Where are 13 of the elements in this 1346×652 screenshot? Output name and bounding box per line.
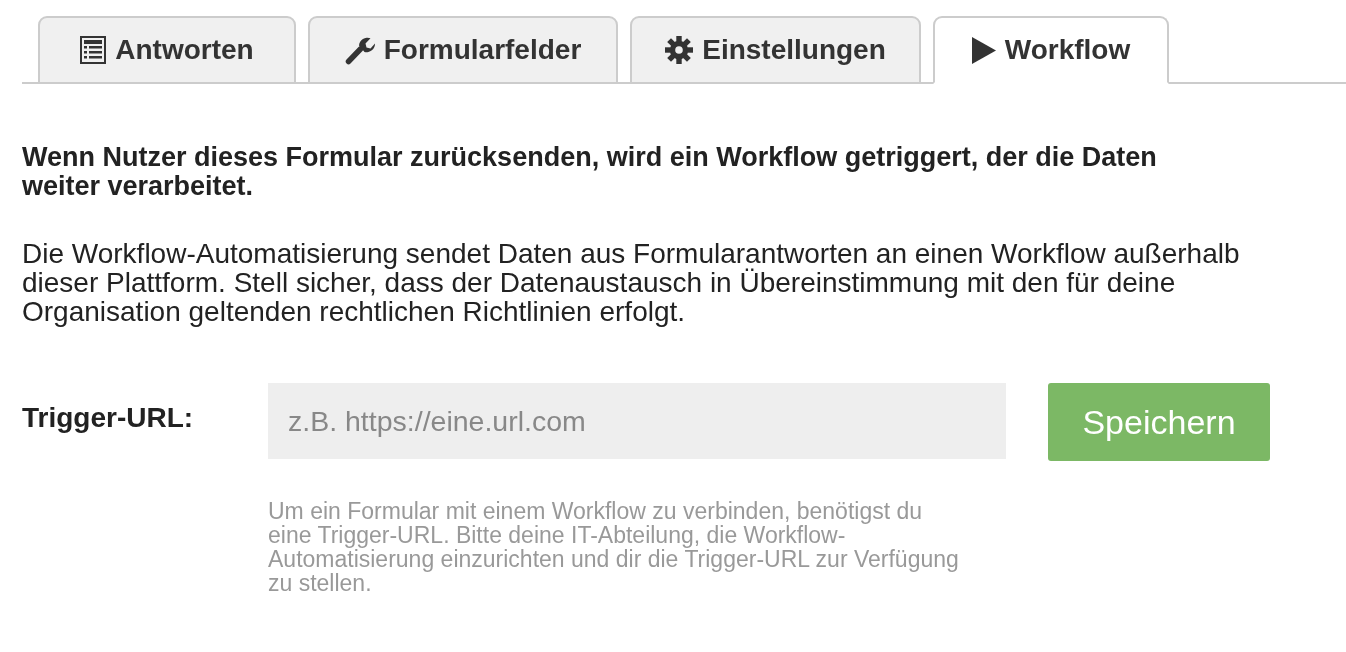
list-icon (80, 36, 107, 64)
tab[interactable]: Formularfelder (308, 16, 618, 84)
description-text: Die Workflow-Automatisierung sendet Daten aus Formularantworten an einen Workflow außerhalb dieser Plattform. Stell sicher, dass der Datenaustausch in Übereinstimmung mit den für deine Organisation geltenden rechtlichen Richtlinien erfolgt. (22, 239, 1241, 326)
gear-icon (665, 36, 694, 64)
trigger-url-field[interactable]: z.B. https://eine.url.com (268, 383, 1006, 459)
tab[interactable]: Workflow (933, 16, 1169, 84)
tab[interactable]: Antworten (38, 16, 296, 84)
play-icon (971, 36, 996, 64)
intro-heading: Wenn Nutzer dieses Formular zurücksenden, wird ein Workflow getriggert, der die Daten weiter verarbeitet. (22, 143, 1158, 201)
trigger-url-label: Trigger-URL: (22, 401, 195, 432)
wrench-icon (344, 35, 375, 65)
help-text: Um ein Formular mit einem Workflow zu verbinden, benötigst du eine Trigger-URL. Bitte deine IT-Abteilung, die Workflow-Automatisierung einzurichten und dir die Trigger-URL zur Verfügung zu stellen. (268, 499, 960, 595)
tab[interactable]: Einstellungen (630, 16, 921, 84)
